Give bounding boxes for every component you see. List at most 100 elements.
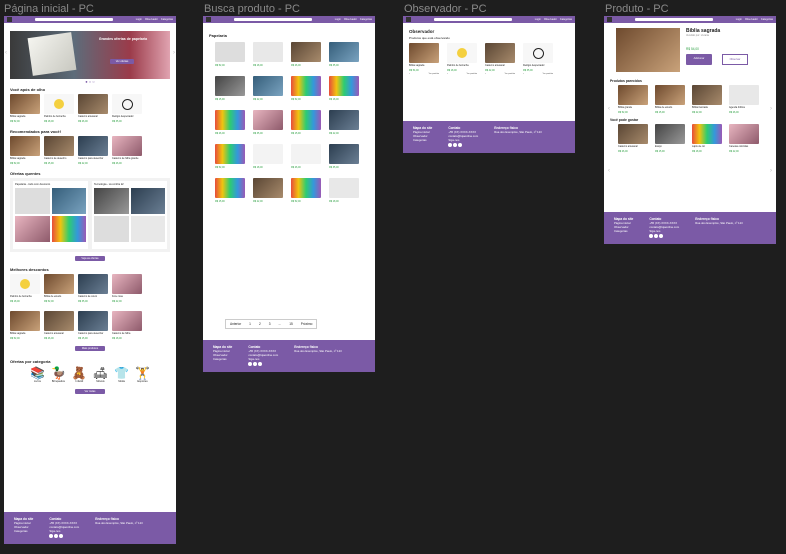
- product-card[interactable]: Bíblia ilustrada R$ 22,00: [692, 85, 722, 114]
- facebook-icon[interactable]: [248, 362, 253, 366]
- logo[interactable]: [607, 17, 612, 22]
- facebook-icon[interactable]: [649, 234, 654, 238]
- more-products-button[interactable]: Mais produtos: [75, 346, 105, 351]
- search-result-card[interactable]: R$ 26,00: [215, 110, 245, 135]
- search-result-card[interactable]: R$ 35,00: [329, 42, 359, 67]
- search-result-card[interactable]: R$ 52,00: [291, 76, 321, 101]
- nav-login[interactable]: Login: [535, 18, 541, 21]
- watched-item[interactable]: Patinho de borracha R$ 18,00 ⌕ Ver produto: [447, 43, 477, 75]
- product-card[interactable]: Caderno para desenhar R$ 22,00: [78, 136, 108, 165]
- logo[interactable]: [7, 17, 12, 22]
- nav-login[interactable]: Login: [335, 18, 341, 21]
- facebook-icon[interactable]: [448, 143, 453, 147]
- nav-observer[interactable]: Observador: [344, 18, 357, 21]
- twitter-icon[interactable]: [258, 362, 263, 366]
- pagination-next[interactable]: Próximo: [301, 322, 313, 326]
- category-books[interactable]: 📚 Livros: [30, 366, 45, 383]
- watch-button[interactable]: Observar: [722, 54, 748, 65]
- search-result-card[interactable]: R$ 26,00: [291, 42, 321, 67]
- product-card[interactable]: Caderno de desenho R$ 15,90: [44, 136, 74, 165]
- nav-categories[interactable]: Categorias: [360, 18, 372, 21]
- watched-item[interactable]: Relógio despertador R$ 35,00 ⌕ Ver produto: [523, 43, 553, 75]
- nav-categories[interactable]: Categorias: [560, 18, 572, 21]
- search-result-card[interactable]: R$ 18,00: [329, 76, 359, 101]
- product-card[interactable]: Bíblia sagrada R$ 52,00: [10, 94, 40, 123]
- instagram-icon[interactable]: [654, 234, 659, 238]
- all-categories-button[interactable]: Ver todas: [75, 389, 105, 394]
- search-result-card[interactable]: R$ 18,00: [253, 42, 283, 67]
- search-result-card[interactable]: R$ 26,00: [291, 144, 321, 169]
- search-result-card[interactable]: R$ 22,00: [329, 110, 359, 135]
- search-icon[interactable]: ⌕: [485, 73, 486, 75]
- product-card[interactable]: Caderno artesanal R$ 26,00: [44, 311, 74, 340]
- logo[interactable]: [406, 17, 411, 22]
- pagination-page[interactable]: 1: [249, 322, 251, 326]
- watched-item[interactable]: Bíblia sagrada R$ 54,00 ⌕ Ver produto: [409, 43, 439, 75]
- instagram-icon[interactable]: [54, 534, 59, 538]
- pagination-page[interactable]: 15: [289, 322, 293, 326]
- search-result-card[interactable]: R$ 18,00: [329, 178, 359, 203]
- category-fashion[interactable]: 👕 Moda: [114, 366, 129, 383]
- product-card[interactable]: Bíblia de estudo R$ 15,90: [655, 85, 685, 114]
- instagram-icon[interactable]: [253, 362, 258, 366]
- search-icon[interactable]: ⌕: [523, 73, 524, 75]
- product-card[interactable]: Bíblia grande R$ 52,00: [618, 85, 648, 114]
- search-result-card[interactable]: R$ 35,00: [329, 144, 359, 169]
- logo[interactable]: [206, 17, 211, 22]
- search-result-card[interactable]: R$ 35,00: [253, 110, 283, 135]
- search-result-card[interactable]: R$ 15,90: [291, 110, 321, 135]
- offers-button[interactable]: Veja as ofertas: [75, 256, 105, 261]
- nav-login[interactable]: Login: [136, 18, 142, 21]
- category-toys[interactable]: 🦆 Brinquedos: [51, 366, 66, 383]
- search-result-card[interactable]: R$ 15,90: [215, 76, 245, 101]
- product-card[interactable]: Relógio despertador R$ 35,00: [112, 94, 142, 123]
- twitter-icon[interactable]: [59, 534, 64, 538]
- product-card[interactable]: Caderno artesanal R$ 26,00: [618, 124, 648, 153]
- nav-categories[interactable]: Categorias: [761, 18, 773, 21]
- search-result-card[interactable]: R$ 52,00: [291, 178, 321, 203]
- search-result-card[interactable]: R$ 22,00: [253, 178, 283, 203]
- product-card[interactable]: Fone rosa R$ 22,00: [112, 274, 142, 303]
- product-card[interactable]: Bíblia de estudo R$ 52,00: [44, 274, 74, 303]
- offer-card-tech[interactable]: Tecnologia - Lá confira lá!: [92, 181, 167, 249]
- product-card[interactable]: Caderno artesanal R$ 26,00: [78, 94, 108, 123]
- hero-button[interactable]: Ver ofertas: [110, 59, 134, 64]
- product-card[interactable]: Patinho de borracha R$ 18,00: [44, 94, 74, 123]
- search-input[interactable]: [635, 18, 713, 21]
- related-prev-icon[interactable]: ‹: [608, 106, 610, 112]
- hero-next-icon[interactable]: ›: [173, 50, 175, 56]
- liked-prev-icon[interactable]: ‹: [608, 168, 610, 174]
- search-icon[interactable]: ⌕: [409, 73, 410, 75]
- category-furniture[interactable]: 🛋 Móveis: [93, 366, 108, 383]
- nav-observer[interactable]: Observador: [544, 18, 557, 21]
- pagination-prev[interactable]: Anterior: [230, 322, 241, 326]
- search-result-card[interactable]: R$ 18,00: [253, 144, 283, 169]
- offer-card-stationery[interactable]: Papelaria - todo com desconto: [13, 181, 88, 249]
- search-icon[interactable]: ⌕: [447, 73, 448, 75]
- category-sports[interactable]: 🏋 Esportes: [135, 366, 150, 383]
- search-input[interactable]: [35, 18, 113, 21]
- add-to-cart-button[interactable]: Adicionar: [686, 54, 712, 65]
- pagination-page[interactable]: 3: [269, 322, 271, 326]
- search-input[interactable]: [234, 18, 312, 21]
- twitter-icon[interactable]: [458, 143, 463, 147]
- twitter-icon[interactable]: [659, 234, 664, 238]
- facebook-icon[interactable]: [49, 534, 54, 538]
- product-card[interactable]: Bíblia sagrada R$ 52,00: [10, 311, 40, 340]
- product-card[interactable]: Bíblia sagrada R$ 52,00: [10, 136, 40, 165]
- search-result-card[interactable]: R$ 22,00: [253, 76, 283, 101]
- pagination-page[interactable]: 2: [259, 322, 261, 326]
- liked-next-icon[interactable]: ›: [770, 168, 772, 174]
- nav-observer[interactable]: Observador: [745, 18, 758, 21]
- watched-item[interactable]: Caderno artesanal R$ 42,00 ⌕ Ver produto: [485, 43, 515, 75]
- product-card[interactable]: Agenda bíblica R$ 26,00: [729, 85, 759, 114]
- product-card[interactable]: Caderno de couro R$ 35,00: [78, 274, 108, 303]
- related-next-icon[interactable]: ›: [770, 106, 772, 112]
- search-result-card[interactable]: R$ 52,00: [215, 144, 245, 169]
- search-result-card[interactable]: R$ 15,90: [215, 178, 245, 203]
- product-card[interactable]: Patinho de borracha R$ 18,00: [10, 274, 40, 303]
- nav-categories[interactable]: Categorias: [161, 18, 173, 21]
- product-card[interactable]: Lápis de cor R$ 18,00: [692, 124, 722, 153]
- product-card[interactable]: Caderno de folha R$ 18,00: [112, 311, 142, 340]
- nav-observer[interactable]: Observador: [145, 18, 158, 21]
